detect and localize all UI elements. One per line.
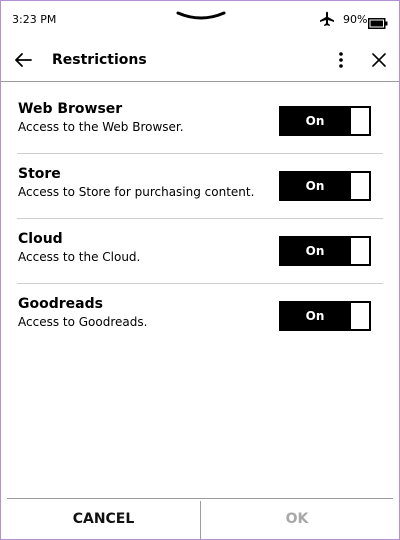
close-button[interactable] — [365, 47, 393, 73]
battery-percent: 90% — [343, 13, 368, 26]
restriction-description: Access to Goodreads. — [18, 315, 148, 329]
restrictions-list: Web Browser Access to the Web Browser. O… — [1, 89, 399, 348]
page-title: Restrictions — [52, 52, 147, 68]
back-button[interactable] — [9, 47, 37, 73]
restriction-row-web-browser: Web Browser Access to the Web Browser. O… — [17, 89, 383, 154]
status-time: 3:23 PM — [12, 13, 57, 26]
restriction-title: Store — [18, 166, 61, 182]
toggle-label: On — [305, 114, 325, 128]
cloud-toggle[interactable]: On — [279, 236, 371, 266]
restriction-title: Goodreads — [18, 296, 103, 312]
ok-button[interactable]: OK — [201, 499, 393, 539]
restriction-description: Access to Store for purchasing content. — [18, 185, 255, 199]
restriction-row-cloud: Cloud Access to the Cloud. On — [17, 219, 383, 284]
header-bar: Restrictions — [1, 37, 399, 82]
restriction-row-store: Store Access to Store for purchasing con… — [17, 154, 383, 219]
restriction-description: Access to the Web Browser. — [18, 120, 184, 134]
toggle-label: On — [305, 179, 325, 193]
status-bar: 3:23 PM 90% — [1, 1, 399, 37]
restriction-row-goodreads: Goodreads Access to Goodreads. On — [17, 284, 383, 348]
web-browser-toggle[interactable]: On — [279, 106, 371, 136]
cancel-button[interactable]: CANCEL — [7, 499, 200, 539]
toggle-label: On — [305, 309, 325, 323]
restrictions-screen: 3:23 PM 90% Restrictions Web Browser Acc… — [0, 0, 400, 540]
airplane-mode-icon — [319, 11, 335, 31]
pull-down-handle-icon[interactable] — [176, 7, 226, 26]
toggle-knob — [351, 303, 369, 329]
more-options-button[interactable] — [329, 47, 353, 73]
goodreads-toggle[interactable]: On — [279, 301, 371, 331]
toggle-knob — [351, 238, 369, 264]
restriction-description: Access to the Cloud. — [18, 250, 141, 264]
close-icon — [372, 53, 386, 67]
toggle-knob — [351, 173, 369, 199]
restriction-title: Cloud — [18, 231, 63, 247]
more-vertical-icon — [339, 52, 343, 68]
toggle-knob — [351, 108, 369, 134]
back-arrow-icon — [15, 53, 32, 67]
battery-icon — [368, 14, 388, 33]
dialog-footer: CANCEL OK — [7, 498, 393, 539]
store-toggle[interactable]: On — [279, 171, 371, 201]
restriction-title: Web Browser — [18, 101, 123, 117]
toggle-label: On — [305, 244, 325, 258]
